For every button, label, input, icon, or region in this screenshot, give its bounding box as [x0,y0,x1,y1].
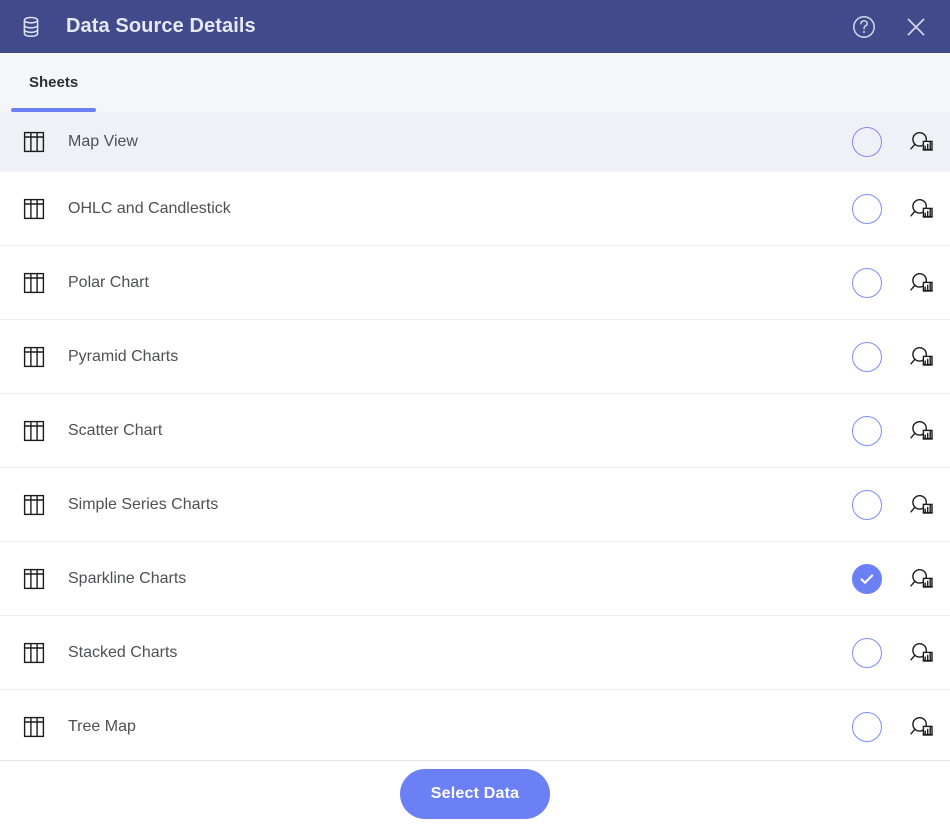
sheet-list-item[interactable]: OHLC and Candlestick [0,172,950,246]
data-source-details-dialog: Data Source Details Sheets Map View OHLC… [0,0,950,827]
sheet-list-item[interactable]: Simple Series Charts [0,468,950,542]
sheet-list: Map View OHLC and Candlestick Polar Char… [0,112,950,760]
sheet-list-item[interactable]: Tree Map [0,690,950,760]
sheet-list-item-label: Pyramid Charts [68,347,179,365]
magnifier-chart-icon[interactable] [906,564,936,594]
table-grid-icon [22,197,46,221]
magnifier-chart-icon[interactable] [906,490,936,520]
sheet-list-item-actions [852,637,950,668]
magnifier-chart-icon[interactable] [906,638,936,668]
sheet-list-item-label: Polar Chart [68,273,149,291]
sheet-list-item-label: Sparkline Charts [68,569,187,587]
table-grid-icon [22,641,46,665]
sheet-list-item[interactable]: Stacked Charts [0,616,950,690]
magnifier-chart-icon[interactable] [906,712,936,742]
help-circle-icon[interactable] [847,10,881,44]
tabbar: Sheets [0,53,950,112]
sheet-list-item-label: Stacked Charts [68,643,178,661]
sheet-list-scroll-area[interactable]: Map View OHLC and Candlestick Polar Char… [0,112,950,760]
sheet-select-radio[interactable] [852,489,882,520]
table-grid-icon [22,493,46,517]
magnifier-chart-icon[interactable] [906,127,936,157]
sheet-list-item-label: Simple Series Charts [68,495,219,513]
sheet-list-item-label: Tree Map [68,718,136,735]
sheet-select-radio[interactable] [852,637,882,668]
sheet-list-item-actions [852,489,950,520]
sheet-list-item-label: Scatter Chart [68,421,163,439]
sheet-select-radio[interactable] [852,127,882,157]
sheet-list-item[interactable]: Polar Chart [0,246,950,320]
sheet-list-item-actions [852,127,950,157]
sheet-list-item-actions [852,267,950,298]
sheet-list-item[interactable]: Pyramid Charts [0,320,950,394]
database-icon [18,14,44,40]
dialog-title: Data Source Details [66,15,256,37]
tab-sheets-label: Sheets [29,74,79,91]
dialog-footer: Select Data [0,760,950,827]
sheet-list-item[interactable]: Map View [0,112,950,172]
sheet-list-item-actions [852,712,950,742]
sheet-select-radio[interactable] [852,193,882,224]
dialog-titlebar: Data Source Details [0,0,950,53]
magnifier-chart-icon[interactable] [906,194,936,224]
close-icon[interactable] [899,10,933,44]
sheet-select-radio[interactable] [852,341,882,372]
sheet-select-radio[interactable] [852,563,882,594]
magnifier-chart-icon[interactable] [906,342,936,372]
select-data-button[interactable]: Select Data [400,769,550,819]
sheet-list-item-actions [852,341,950,372]
sheet-select-radio[interactable] [852,712,882,742]
sheet-list-item-actions [852,563,950,594]
table-grid-icon [22,567,46,591]
sheet-list-item-actions [852,193,950,224]
sheet-list-item[interactable]: Sparkline Charts [0,542,950,616]
sheet-select-radio[interactable] [852,415,882,446]
sheet-list-item-label: OHLC and Candlestick [68,199,231,217]
magnifier-chart-icon[interactable] [906,268,936,298]
table-grid-icon [22,345,46,369]
magnifier-chart-icon[interactable] [906,416,936,446]
sheet-select-radio[interactable] [852,267,882,298]
table-grid-icon [22,271,46,295]
sheet-list-item[interactable]: Scatter Chart [0,394,950,468]
table-grid-icon [22,130,46,154]
tab-sheets[interactable]: Sheets [11,53,97,112]
sheet-list-item-label: Map View [68,133,138,150]
table-grid-icon [22,419,46,443]
sheet-list-item-actions [852,415,950,446]
table-grid-icon [22,715,46,739]
